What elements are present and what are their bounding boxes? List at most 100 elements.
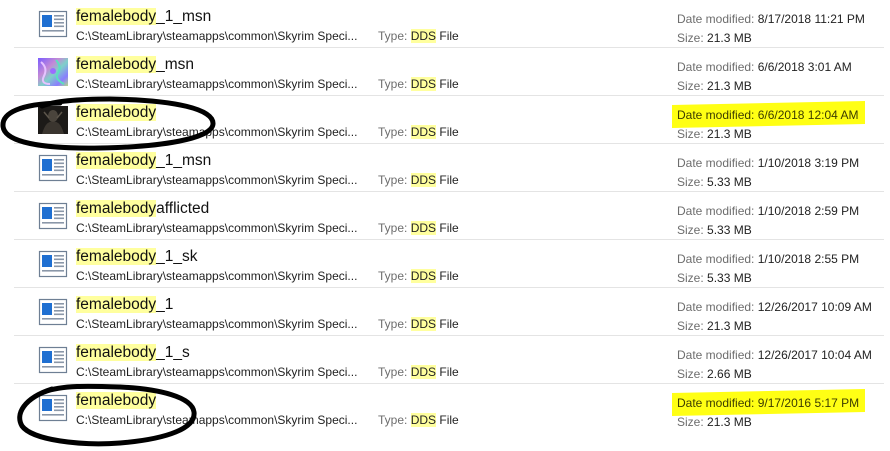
search-term-highlight: femalebody [76,248,157,265]
size-label: Size: [677,367,704,381]
date-modified-label: Date modified: [677,156,755,170]
document-icon [38,250,68,278]
type-label: Type: [378,413,408,427]
file-row[interactable]: femalebody C:\SteamLibrary\steamapps\com… [0,96,890,144]
file-path: C:\SteamLibrary\steamapps\common\Skyrim … [76,77,358,91]
file-size: Size: 21.3 MB [677,319,752,334]
file-size: Size: 5.33 MB [677,175,752,190]
date-modified-value: 9/17/2016 5:17 PM [757,396,860,410]
size-value: 5.33 MB [707,271,752,285]
file-type: Type: DDS File [378,269,459,284]
type-rest: File [436,365,459,379]
file-path: C:\SteamLibrary\steamapps\common\Skyrim … [76,29,358,43]
file-name[interactable]: femalebody_1_s [76,343,190,363]
file-path: C:\SteamLibrary\steamapps\common\Skyrim … [76,221,358,235]
type-label: Type: [378,221,408,235]
file-size: Size: 5.33 MB [677,223,752,238]
file-name-suffix: _1_s [156,344,190,361]
file-row[interactable]: femalebody_1 C:\SteamLibrary\steamapps\c… [0,288,890,336]
date-modified: Date modified: 12/26/2017 10:09 AM [677,300,872,315]
file-path: C:\SteamLibrary\steamapps\common\Skyrim … [76,269,358,283]
file-size: Size: 21.3 MB [677,31,752,46]
type-extension: DDS [410,125,437,139]
file-name[interactable]: femalebody_msn [76,55,194,75]
search-term-highlight: femalebody [76,200,157,217]
file-row[interactable]: femalebody_1_sk C:\SteamLibrary\steamapp… [0,240,890,288]
file-name[interactable]: femalebodyafflicted [76,199,209,219]
size-label: Size: [677,175,704,189]
file-type: Type: DDS File [378,365,459,380]
document-icon [38,346,68,374]
file-row[interactable]: femalebody C:\SteamLibrary\steamapps\com… [0,384,890,432]
file-row[interactable]: femalebody_1_msn C:\SteamLibrary\steamap… [0,0,890,48]
date-modified-value: 6/6/2018 12:04 AM [757,108,859,122]
type-extension: DDS [410,221,437,235]
date-modified: Date modified: 9/17/2016 5:17 PM [677,396,859,411]
date-modified-label: Date modified: [677,12,755,26]
type-extension: DDS [410,413,437,427]
date-modified: Date modified: 1/10/2018 2:59 PM [677,204,859,219]
document-icon [38,154,68,182]
file-row[interactable]: femalebody_1_msn C:\SteamLibrary\steamap… [0,144,890,192]
type-rest: File [436,173,459,187]
type-label: Type: [378,269,408,283]
type-rest: File [436,269,459,283]
date-modified-label: Date modified: [677,348,755,362]
type-rest: File [436,29,459,43]
file-size: Size: 21.3 MB [677,127,752,142]
date-modified-value: 6/6/2018 3:01 AM [757,60,852,74]
size-value: 2.66 MB [707,367,752,381]
date-modified-value: 1/10/2018 3:19 PM [757,156,860,170]
search-term-highlight: femalebody [76,344,157,361]
file-name[interactable]: femalebody [76,103,157,123]
file-path: C:\SteamLibrary\steamapps\common\Skyrim … [76,317,358,331]
file-name[interactable]: femalebody [76,391,157,411]
type-extension: DDS [410,269,437,283]
file-size: Size: 5.33 MB [677,271,752,286]
date-modified-value: 12/26/2017 10:09 AM [757,300,872,314]
file-name-suffix: afflicted [156,200,210,217]
type-extension: DDS [410,173,437,187]
type-label: Type: [378,173,408,187]
size-value: 21.3 MB [707,127,752,141]
search-term-highlight: femalebody [76,392,157,409]
file-row[interactable]: femalebody_1_s C:\SteamLibrary\steamapps… [0,336,890,384]
file-name[interactable]: femalebody_1 [76,295,173,315]
file-name[interactable]: femalebody_1_msn [76,7,211,27]
type-label: Type: [378,365,408,379]
date-modified-value: 8/17/2018 11:21 PM [757,12,865,26]
size-label: Size: [677,319,704,333]
type-label: Type: [378,77,408,91]
date-modified: Date modified: 1/10/2018 2:55 PM [677,252,859,267]
size-value: 5.33 MB [707,223,752,237]
file-row[interactable]: femalebody_msn C:\SteamLibrary\steamapps… [0,48,890,96]
file-path: C:\SteamLibrary\steamapps\common\Skyrim … [76,173,358,187]
document-icon [38,202,68,230]
search-term-highlight: femalebody [76,152,157,169]
type-extension: DDS [410,317,437,331]
file-type: Type: DDS File [378,221,459,236]
type-rest: File [436,77,459,91]
file-path: C:\SteamLibrary\steamapps\common\Skyrim … [76,125,358,139]
document-icon [38,298,68,326]
file-size: Size: 21.3 MB [677,79,752,94]
file-type: Type: DDS File [378,317,459,332]
date-modified-label: Date modified: [677,60,755,74]
file-type: Type: DDS File [378,173,459,188]
size-label: Size: [677,79,704,93]
file-type: Type: DDS File [378,413,459,428]
search-term-highlight: femalebody [76,296,157,313]
size-value: 5.33 MB [707,175,752,189]
size-label: Size: [677,31,704,45]
type-label: Type: [378,317,408,331]
normal-map-thumbnail [38,58,68,86]
search-term-highlight: femalebody [76,8,157,25]
date-modified-value: 12/26/2017 10:04 AM [757,348,872,362]
file-path: C:\SteamLibrary\steamapps\common\Skyrim … [76,365,358,379]
file-name[interactable]: femalebody_1_sk [76,247,198,267]
date-modified-value: 1/10/2018 2:55 PM [757,252,860,266]
file-name[interactable]: femalebody_1_msn [76,151,211,171]
file-path: C:\SteamLibrary\steamapps\common\Skyrim … [76,413,358,427]
file-type: Type: DDS File [378,29,459,44]
file-row[interactable]: femalebodyafflicted C:\SteamLibrary\stea… [0,192,890,240]
